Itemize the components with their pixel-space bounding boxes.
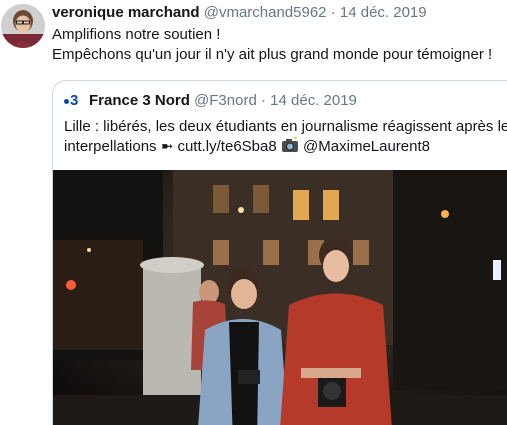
quoted-author-handle: @F3nord [194, 92, 257, 109]
tweet-header: veronique marchand @vmarchand5962 · 14 d… [52, 4, 427, 21]
quoted-author-name: France 3 Nord [89, 92, 190, 109]
quoted-tweet-header: 3 France 3 Nord @F3nord · 14 déc. 2019 [64, 92, 357, 109]
quoted-text-line: Lille : libérés, les deux étudiants en j… [64, 118, 507, 135]
tweet-text: Amplifions notre soutien ! Empêchons qu'… [52, 25, 492, 65]
tweet-text-line: Amplifions notre soutien ! [52, 26, 221, 43]
quoted-text-line: interpellations ➼ cutt.ly/te6Sba8 @Maxim… [64, 137, 507, 159]
quoted-tweet-text: Lille : libérés, les deux étudiants en j… [64, 117, 507, 159]
quoted-tweet-photo[interactable] [53, 170, 507, 425]
tweet-date[interactable]: 14 déc. 2019 [340, 4, 427, 21]
quoted-header-separator: · [260, 92, 266, 109]
author-handle[interactable]: @vmarchand5962 [204, 4, 327, 21]
quoted-tweet-date: 14 déc. 2019 [270, 92, 357, 109]
avatar-image [1, 4, 45, 48]
quoted-tweet-card[interactable]: 3 France 3 Nord @F3nord · 14 déc. 2019 L… [52, 80, 507, 425]
author-name[interactable]: veronique marchand [52, 4, 200, 21]
author-avatar[interactable] [1, 4, 45, 48]
france3-logo-icon: 3 [64, 92, 83, 109]
quoted-text-mention: @MaximeLaurent8 [303, 138, 430, 155]
street-photo-image [53, 170, 507, 425]
logo-number: 3 [70, 92, 79, 109]
quoted-text-link: interpellations ➼ cutt.ly/te6Sba8 [64, 138, 277, 155]
header-separator: · [330, 4, 336, 21]
camera-with-flash-icon [281, 137, 299, 159]
tweet-text-line: Empêchons qu'un jour il n'y ait plus gra… [52, 46, 493, 63]
